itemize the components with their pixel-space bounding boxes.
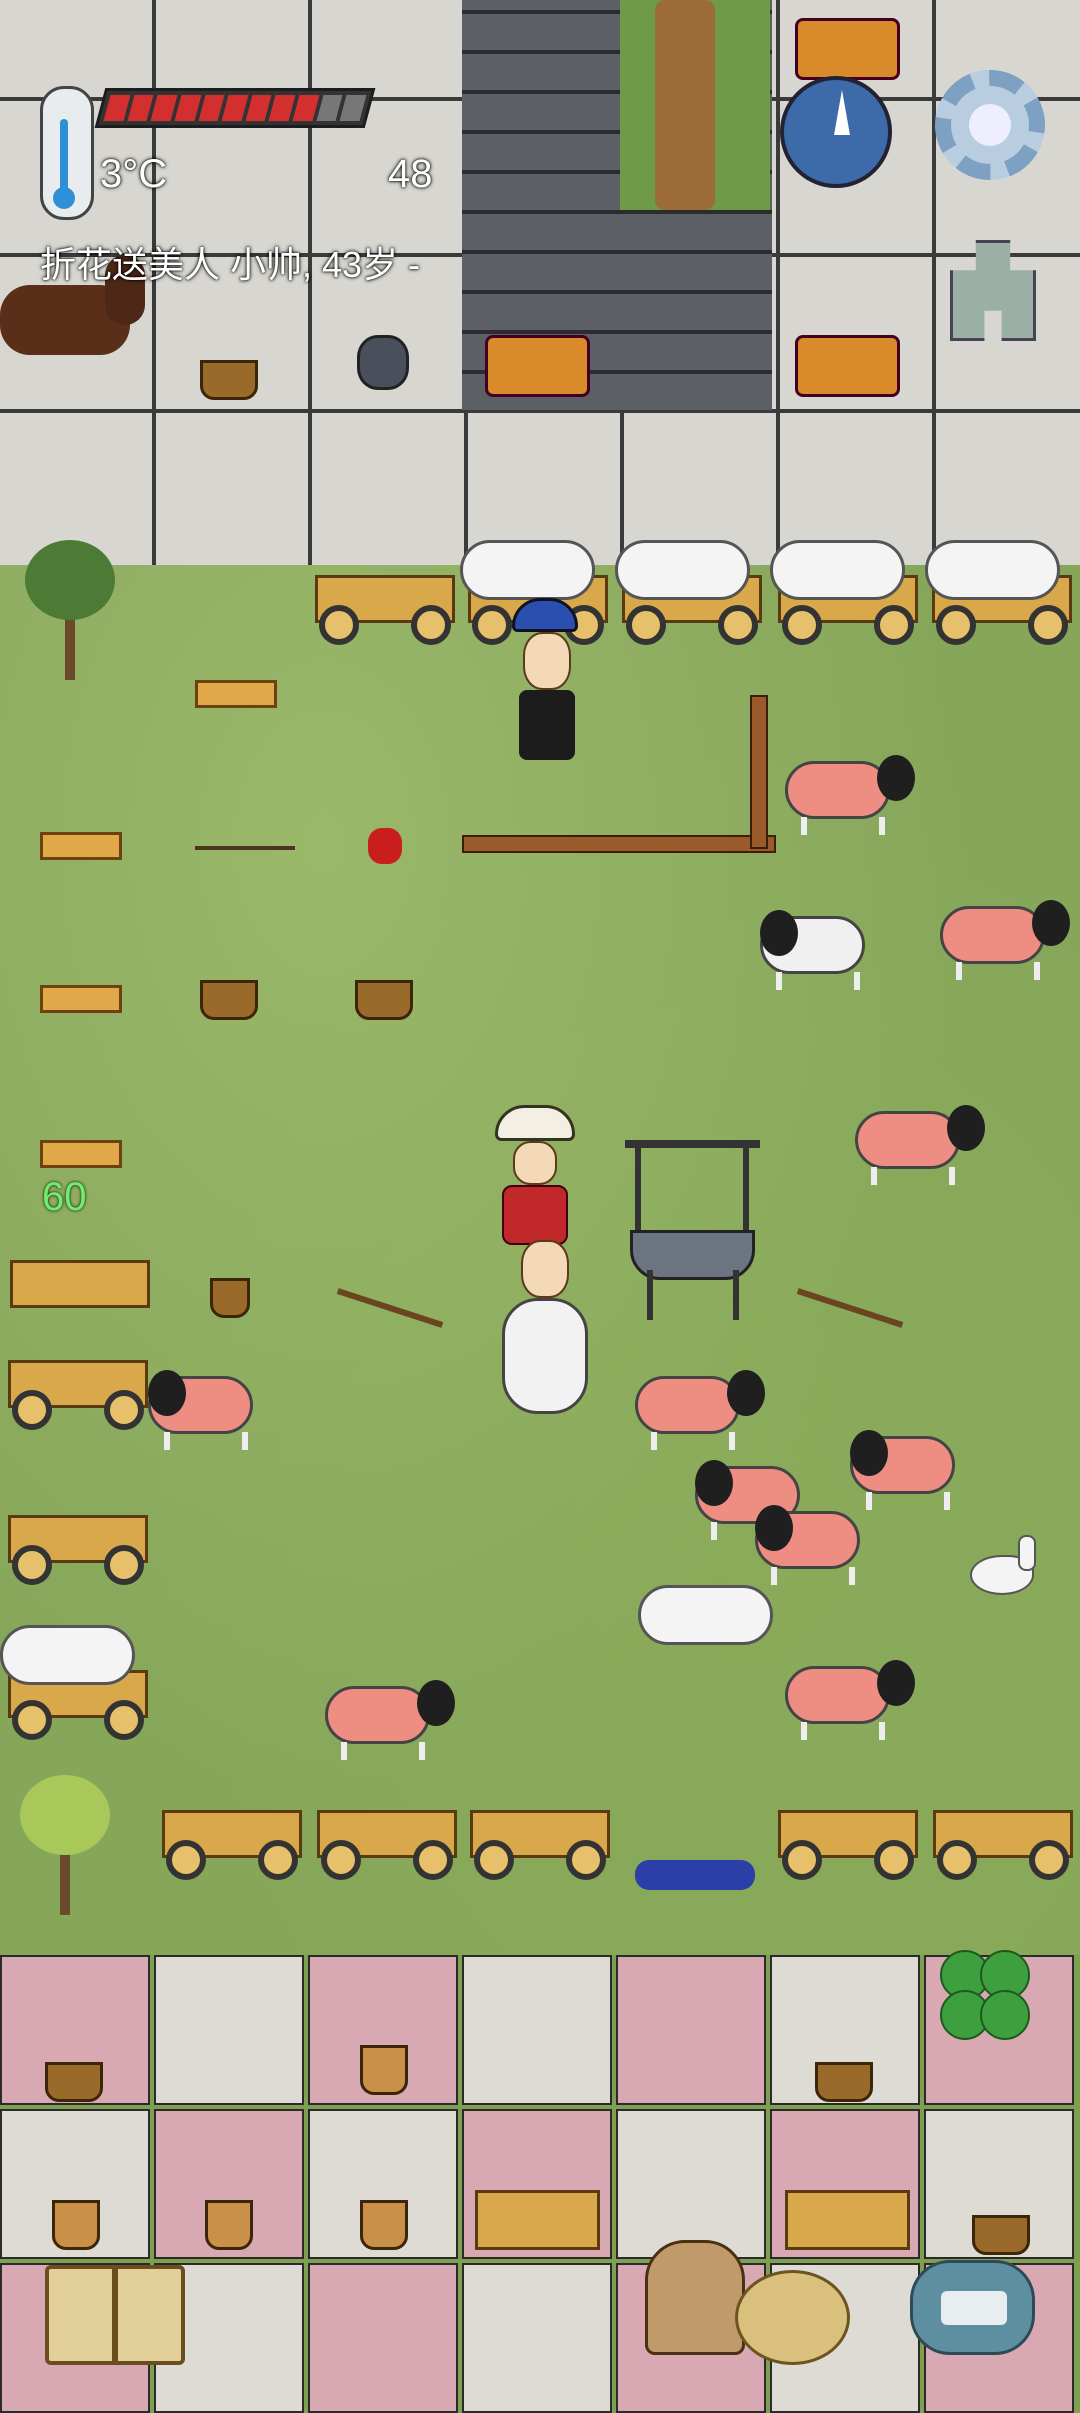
bread-stack[interactable] [360, 2200, 408, 2250]
wooden-boards[interactable] [40, 985, 122, 1013]
sheep[interactable] [760, 910, 890, 990]
sheep[interactable] [940, 900, 1070, 980]
red-gem[interactable] [368, 828, 402, 864]
basket[interactable] [45, 2062, 103, 2102]
wooden-boards[interactable] [40, 832, 122, 860]
food-meter [94, 88, 376, 128]
blue-cloth[interactable] [635, 1860, 755, 1890]
wooden-boards[interactable] [195, 680, 277, 708]
wool-pile[interactable] [770, 540, 905, 600]
wooden-fence[interactable] [462, 835, 776, 853]
basket[interactable] [355, 980, 413, 1020]
food-pip [221, 95, 249, 121]
potato-emote-icon[interactable] [735, 2270, 850, 2365]
engine-machine[interactable] [795, 18, 900, 80]
wooden-crate[interactable] [785, 2190, 910, 2250]
wool-pile[interactable] [615, 540, 750, 600]
food-pip [174, 95, 202, 121]
engine-machine[interactable] [485, 335, 590, 397]
player-character[interactable] [500, 1240, 590, 1414]
sheep[interactable] [325, 1680, 455, 1760]
temperature-readout: 3°C [100, 152, 168, 196]
food-pip [339, 95, 367, 121]
character-name-age: 折花送美人 小帅, 43岁 - [40, 244, 421, 285]
child-red-shirt[interactable] [495, 1105, 575, 1245]
arrow[interactable] [195, 846, 295, 850]
handcart[interactable] [162, 1810, 302, 1880]
goose[interactable] [970, 1535, 1040, 1595]
food-pip [198, 95, 225, 121]
engine-machine[interactable] [795, 335, 900, 397]
sheared-wool[interactable] [638, 1585, 773, 1645]
gooseberry-bush[interactable] [20, 1775, 110, 1915]
food-value: 48 [388, 152, 433, 196]
thermometer-icon [40, 86, 94, 220]
sheep[interactable] [148, 1370, 278, 1450]
wool-pile[interactable] [925, 540, 1060, 600]
handcart[interactable] [317, 1810, 457, 1880]
floating-number: 60 [42, 1175, 87, 1219]
wooden-boards[interactable] [40, 1140, 122, 1168]
handcart[interactable] [315, 575, 455, 645]
bread-stack[interactable] [205, 2200, 253, 2250]
gear-icon[interactable] [935, 70, 1045, 180]
bread-stack[interactable] [360, 2045, 408, 2095]
book-icon[interactable] [45, 2265, 185, 2365]
sheep[interactable] [785, 1660, 915, 1740]
handcart[interactable] [933, 1810, 1073, 1880]
basket[interactable] [972, 2215, 1030, 2255]
wooden-fence[interactable] [750, 695, 768, 849]
sheep[interactable] [850, 1430, 980, 1510]
clay-jar[interactable] [357, 335, 409, 390]
food-pip [103, 95, 131, 121]
kiln[interactable] [645, 2240, 745, 2355]
food-pip [127, 95, 154, 121]
food-pip [316, 95, 343, 121]
basket[interactable] [200, 360, 258, 400]
handcart[interactable] [778, 1810, 918, 1880]
basket[interactable] [200, 980, 258, 1020]
sheep[interactable] [855, 1105, 985, 1185]
berry-bush[interactable] [25, 540, 115, 680]
food-pip [245, 95, 272, 121]
bucket[interactable] [210, 1278, 250, 1318]
handcart[interactable] [470, 1810, 610, 1880]
wooden-crate[interactable] [475, 2190, 600, 2250]
carved-tree[interactable] [655, 0, 715, 210]
four-leaf-clover-icon[interactable] [935, 1945, 1035, 2055]
wool-pile[interactable] [0, 1625, 135, 1685]
food-pip [269, 95, 296, 121]
villager-blue-hat[interactable] [512, 598, 582, 760]
handcart[interactable] [8, 1515, 148, 1585]
sheep[interactable] [635, 1370, 765, 1450]
food-pip [150, 95, 178, 121]
compass-icon[interactable] [780, 76, 892, 188]
food-pip [292, 95, 320, 121]
handcart[interactable] [8, 1360, 148, 1430]
barbecue-grill[interactable] [625, 1140, 760, 1320]
bread-stack[interactable] [52, 2200, 100, 2250]
handcart[interactable] [10, 1260, 150, 1320]
sheep[interactable] [785, 755, 915, 835]
sheep[interactable] [755, 1505, 885, 1585]
keyboard-chat-icon[interactable] [910, 2260, 1035, 2355]
basket[interactable] [815, 2062, 873, 2102]
wool-pile[interactable] [460, 540, 595, 600]
